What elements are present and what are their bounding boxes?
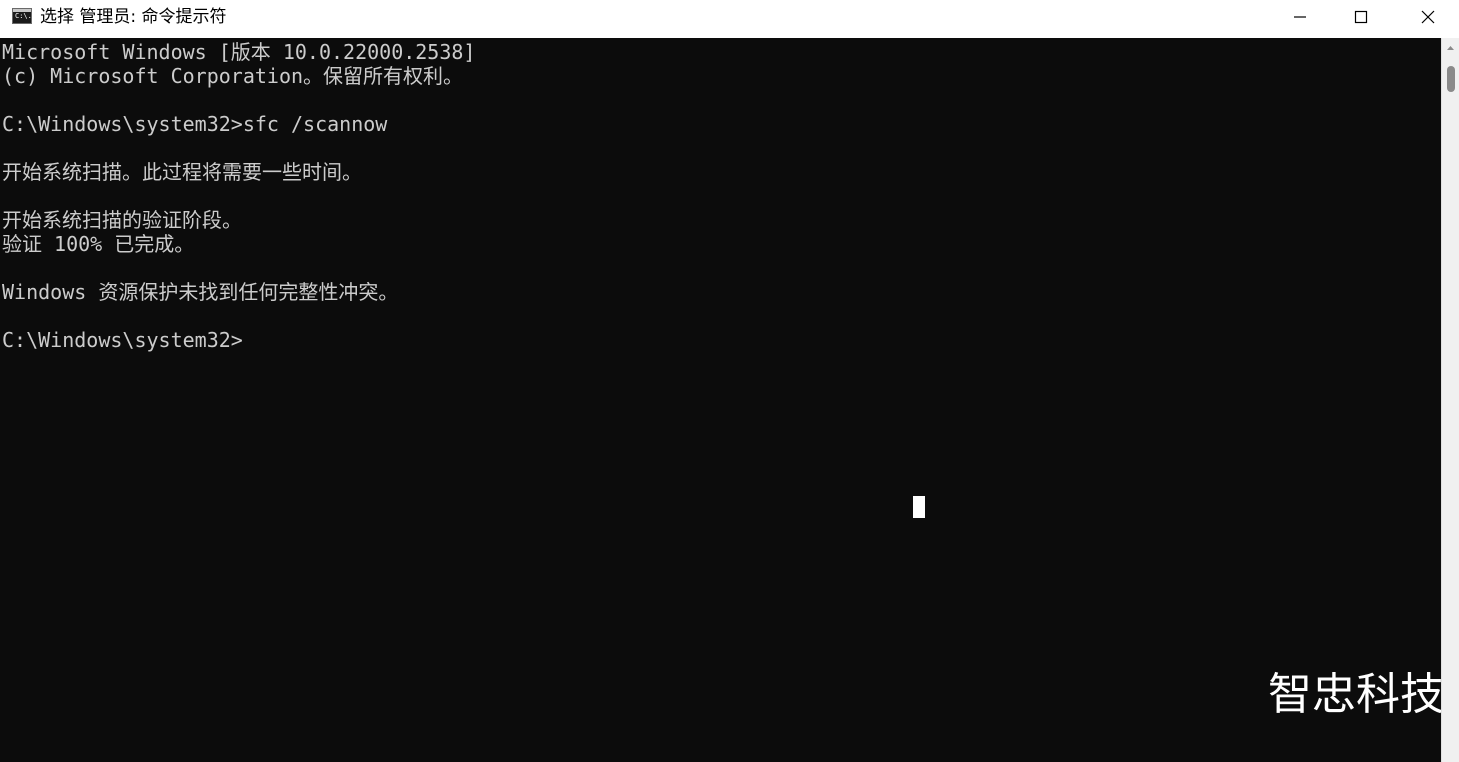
cmd-icon[interactable]: C:\. <box>12 8 32 24</box>
console-line: 验证 100% 已完成。 <box>2 232 195 256</box>
minimize-button[interactable] <box>1270 0 1330 34</box>
close-button[interactable] <box>1398 0 1458 34</box>
window-title: 选择 管理员: 命令提示符 <box>40 7 227 27</box>
close-icon <box>1421 10 1435 24</box>
minimize-icon <box>1294 16 1306 18</box>
cmd-icon-text: C:\. <box>15 12 32 20</box>
console-line: 开始系统扫描。此过程将需要一些时间。 <box>2 160 362 184</box>
title-bar[interactable]: C:\. 选择 管理员: 命令提示符 <box>0 0 1459 38</box>
maximize-icon <box>1354 10 1368 24</box>
watermark: 智忠科技 <box>1268 669 1444 720</box>
console-line: (c) Microsoft Corporation。保留所有权利。 <box>2 64 464 88</box>
maximize-button[interactable] <box>1331 0 1391 34</box>
console-line: Microsoft Windows [版本 10.0.22000.2538] <box>2 40 476 64</box>
console-line: Windows 资源保护未找到任何完整性冲突。 <box>2 280 399 304</box>
command-prompt-window: C:\. 选择 管理员: 命令提示符 Microsoft Windows [版本… <box>0 0 1459 762</box>
scrollbar-thumb[interactable] <box>1447 66 1455 92</box>
console-line: C:\Windows\system32>sfc /scannow <box>2 112 388 136</box>
vertical-scrollbar[interactable] <box>1441 38 1459 762</box>
console-line: 开始系统扫描的验证阶段。 <box>2 208 242 232</box>
scroll-up-arrow-icon[interactable] <box>1442 38 1459 58</box>
console-output[interactable]: Microsoft Windows [版本 10.0.22000.2538] (… <box>0 38 1444 762</box>
console-line: C:\Windows\system32> <box>2 328 243 352</box>
text-cursor <box>913 496 925 518</box>
